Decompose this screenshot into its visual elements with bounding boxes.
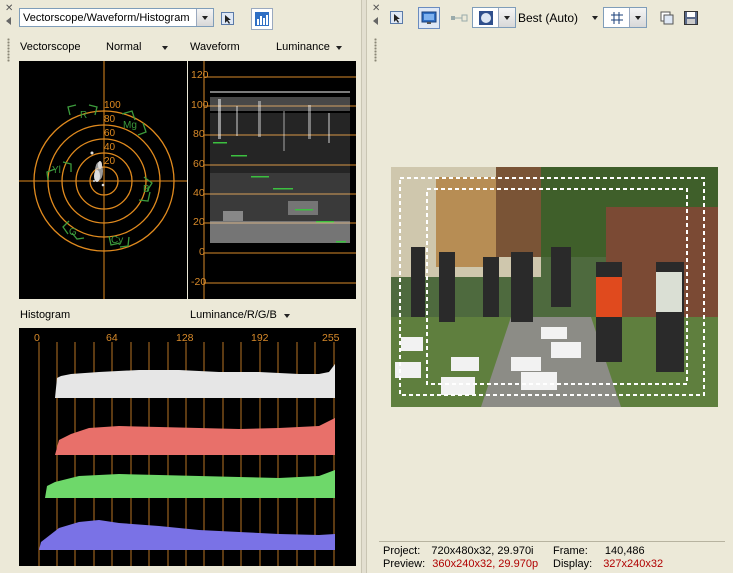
waveform-display: 120 100 80 60 40 20 0 -20 [188, 61, 356, 299]
scope-type-select[interactable]: Vectorscope/Waveform/Histogram [19, 8, 214, 27]
histogram-mode-value: Luminance/R/G/B [190, 309, 277, 321]
grid-dropdown[interactable] [603, 7, 647, 28]
overlays-dropdown[interactable] [472, 7, 516, 28]
status-preview: Preview: 360x240x32, 29.970p [383, 558, 538, 570]
histogram-graph [38, 342, 335, 566]
preview-quality-value: Best (Auto) [518, 11, 579, 25]
cursor-icon [390, 11, 403, 24]
waveform-tick-40: 40 [193, 187, 205, 199]
histogram-tick-64: 64 [106, 332, 118, 344]
ring-label-80: 80 [104, 114, 116, 125]
cursor-icon [221, 12, 234, 25]
ring-label-100: 100 [104, 100, 121, 111]
target-label-g: G [69, 227, 77, 238]
split-screen-icon [451, 14, 468, 22]
waveform-mode-value: Luminance [276, 41, 330, 53]
select-cursor-button[interactable] [218, 9, 238, 29]
status-project: Project: 720x480x32, 29.970i [383, 545, 534, 557]
waveform-tick-60: 60 [193, 158, 205, 170]
histogram-display: 0 64 128 192 255 [19, 328, 356, 566]
grid-icon [610, 11, 623, 24]
status-frame: Frame: 140,486 [553, 545, 645, 557]
close-icon[interactable]: ✕ [372, 4, 380, 14]
frame-label: Frame: [553, 545, 588, 557]
frame-value: 140,486 [604, 545, 645, 557]
histogram-icon [255, 12, 269, 26]
vectorscope-label: Vectorscope [20, 41, 81, 53]
status-divider [379, 541, 725, 542]
preview-value: 360x240x32, 29.970p [432, 558, 539, 570]
update-scopes-button[interactable] [251, 8, 273, 30]
external-monitor-button[interactable] [418, 7, 440, 29]
close-icon[interactable]: ✕ [5, 4, 13, 14]
waveform-label: Waveform [190, 41, 240, 53]
project-value: 720x480x32, 29.970i [431, 545, 534, 557]
chevron-down-icon[interactable] [592, 16, 598, 20]
video-frame-image [391, 167, 718, 407]
monitor-icon [421, 11, 437, 24]
overlay-circle-icon [478, 10, 493, 25]
project-label: Project: [383, 545, 421, 557]
copy-snapshot-button[interactable] [657, 8, 677, 28]
scope-type-value: Vectorscope/Waveform/Histogram [23, 11, 190, 24]
histogram-tick-0: 0 [34, 332, 40, 344]
waveform-tick-80: 80 [193, 128, 205, 140]
preview-quality-dropdown[interactable]: Best (Auto) [518, 11, 578, 25]
ring-label-40: 40 [104, 142, 116, 153]
histogram-tick-128: 128 [176, 332, 194, 344]
waveform-tick-20: 20 [193, 216, 205, 228]
histogram-label: Histogram [20, 309, 71, 321]
display-value: 327x240x32 [603, 558, 664, 570]
drag-grip-icon[interactable] [7, 38, 10, 62]
drag-grip-icon[interactable] [374, 38, 377, 62]
waveform-tick-0: 0 [199, 246, 205, 258]
vectorscope-mode-dropdown[interactable]: Normal [106, 41, 141, 53]
target-label-mg: Mg [123, 120, 137, 131]
select-cursor-button[interactable] [387, 8, 407, 28]
ring-label-60: 60 [104, 128, 116, 139]
vectorscope-display: 100 80 60 40 20 R Mg B Cy G Yl [19, 61, 187, 299]
collapse-arrow-icon[interactable] [6, 17, 11, 25]
save-snapshot-button[interactable] [681, 8, 701, 28]
target-label-r: R [80, 110, 88, 121]
status-display: Display: 327x240x32 [553, 558, 663, 570]
video-scopes-pane: ✕ Vectorscope/Waveform/Histogram Vectors… [0, 0, 361, 573]
chevron-down-icon[interactable] [196, 9, 213, 26]
waveform-tick-100: 100 [191, 99, 209, 111]
target-label-cy: Cy [111, 235, 124, 246]
waveform-mode-dropdown[interactable]: Luminance [276, 41, 330, 53]
waveform-graph [203, 61, 356, 299]
chevron-down-icon[interactable] [629, 8, 646, 27]
split-screen-button[interactable] [449, 8, 469, 28]
ring-label-20: 20 [104, 156, 116, 167]
save-icon [684, 11, 698, 25]
copy-snapshot-icon [660, 11, 674, 25]
collapse-arrow-icon[interactable] [373, 17, 378, 25]
video-preview-frame[interactable] [391, 167, 718, 407]
histogram-tick-192: 192 [251, 332, 269, 344]
vectorscope-graph [19, 61, 187, 299]
video-preview-pane: ✕ Best (Auto) Project: 720x480x32, 29.97… [367, 0, 733, 573]
target-label-b: B [143, 184, 150, 195]
chevron-down-icon[interactable] [336, 46, 342, 50]
histogram-tick-255: 255 [322, 332, 340, 344]
preview-label: Preview: [383, 558, 426, 570]
waveform-tick-minus-20: -20 [191, 276, 207, 288]
chevron-down-icon[interactable] [498, 8, 515, 27]
chevron-down-icon[interactable] [162, 46, 168, 50]
waveform-tick-120: 120 [191, 69, 209, 81]
histogram-mode-dropdown[interactable]: Luminance/R/G/B [190, 309, 277, 321]
display-label: Display: [553, 558, 593, 570]
chevron-down-icon[interactable] [284, 314, 290, 318]
target-label-yl: Yl [52, 165, 61, 176]
vectorscope-mode-value: Normal [106, 41, 142, 53]
